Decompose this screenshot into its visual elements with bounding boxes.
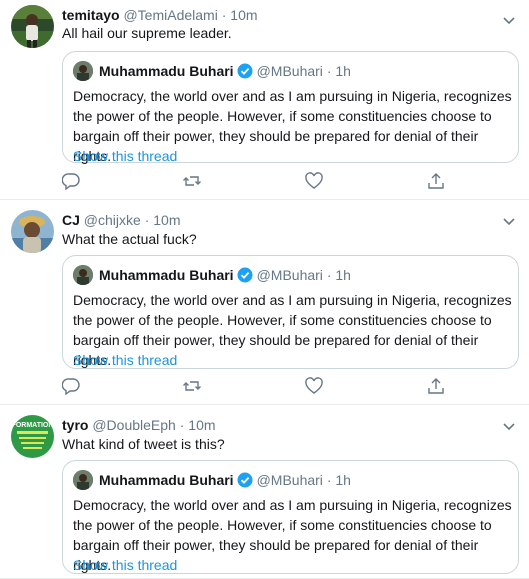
quoted-handle: @MBuhari [256, 472, 323, 488]
tweet-header: tyro @DoubleEph · 10m [62, 417, 216, 433]
verified-badge-icon [237, 63, 253, 79]
quoted-tweet[interactable]: Muhammadu Buhari @MBuhari · 1h Democracy… [62, 255, 519, 369]
separator-dot: · [144, 212, 150, 228]
tweet-actions [61, 172, 452, 192]
display-name[interactable]: CJ [62, 212, 80, 228]
quoted-avatar [73, 470, 93, 490]
show-thread-link[interactable]: Show this thread [73, 148, 177, 164]
retweet-icon[interactable] [183, 377, 201, 395]
timestamp[interactable]: 10m [153, 212, 180, 228]
share-icon[interactable] [427, 172, 445, 190]
show-thread-link[interactable]: Show this thread [73, 352, 177, 368]
avatar[interactable] [11, 5, 54, 48]
tweet-text: What kind of tweet is this? [62, 436, 225, 452]
user-handle[interactable]: @chijxke [84, 212, 141, 228]
user-handle[interactable]: @DoubleEph [92, 417, 176, 433]
tweet-text: What the actual fuck? [62, 231, 197, 247]
reply-icon[interactable] [61, 377, 80, 396]
separator-dot: · [326, 472, 332, 488]
tweet[interactable]: temitayo @TemiAdelami · 10m All hail our… [0, 0, 529, 200]
like-icon[interactable] [305, 377, 323, 395]
quoted-tweet[interactable]: Muhammadu Buhari @MBuhari · 1h Democracy… [62, 51, 519, 164]
display-name[interactable]: temitayo [62, 7, 120, 23]
quoted-display-name: Muhammadu Buhari [99, 267, 234, 283]
avatar-text: FORMATION [12, 422, 54, 429]
separator-dot: · [179, 417, 185, 433]
timestamp[interactable]: 10m [188, 417, 215, 433]
separator-dot: · [221, 7, 227, 23]
quoted-avatar [73, 265, 93, 285]
retweet-icon[interactable] [183, 172, 201, 190]
quoted-timestamp: 1h [335, 63, 351, 79]
quoted-handle: @MBuhari [256, 267, 323, 283]
verified-badge-icon [237, 267, 253, 283]
timestamp[interactable]: 10m [230, 7, 257, 23]
quoted-timestamp: 1h [335, 472, 351, 488]
tweet-text: All hail our supreme leader. [62, 25, 232, 41]
tweet-actions [61, 377, 452, 397]
chevron-down-icon[interactable] [503, 213, 515, 226]
reply-icon[interactable] [61, 172, 80, 191]
quoted-tweet-header: Muhammadu Buhari @MBuhari · 1h [73, 265, 351, 285]
like-icon[interactable] [305, 172, 323, 190]
quoted-timestamp: 1h [335, 267, 351, 283]
quoted-avatar [73, 61, 93, 81]
chevron-down-icon[interactable] [503, 12, 515, 25]
quoted-display-name: Muhammadu Buhari [99, 472, 234, 488]
quoted-tweet-header: Muhammadu Buhari @MBuhari · 1h [73, 470, 351, 490]
user-handle[interactable]: @TemiAdelami [123, 7, 217, 23]
quoted-tweet-header: Muhammadu Buhari @MBuhari · 1h [73, 61, 351, 81]
separator-dot: · [326, 63, 332, 79]
share-icon[interactable] [427, 377, 445, 395]
tweet[interactable]: FORMATION tyro @DoubleEph · 10m What kin… [0, 405, 529, 579]
tweet-header: CJ @chijxke · 10m [62, 212, 181, 228]
avatar[interactable] [11, 210, 54, 253]
chevron-down-icon[interactable] [503, 418, 515, 431]
quoted-handle: @MBuhari [256, 63, 323, 79]
tweet[interactable]: CJ @chijxke · 10m What the actual fuck? … [0, 200, 529, 405]
display-name[interactable]: tyro [62, 417, 88, 433]
quoted-tweet[interactable]: Muhammadu Buhari @MBuhari · 1h Democracy… [62, 460, 519, 574]
avatar[interactable]: FORMATION [11, 415, 54, 458]
quoted-display-name: Muhammadu Buhari [99, 63, 234, 79]
separator-dot: · [326, 267, 332, 283]
verified-badge-icon [237, 472, 253, 488]
show-thread-link[interactable]: Show this thread [73, 557, 177, 573]
tweet-header: temitayo @TemiAdelami · 10m [62, 7, 258, 23]
